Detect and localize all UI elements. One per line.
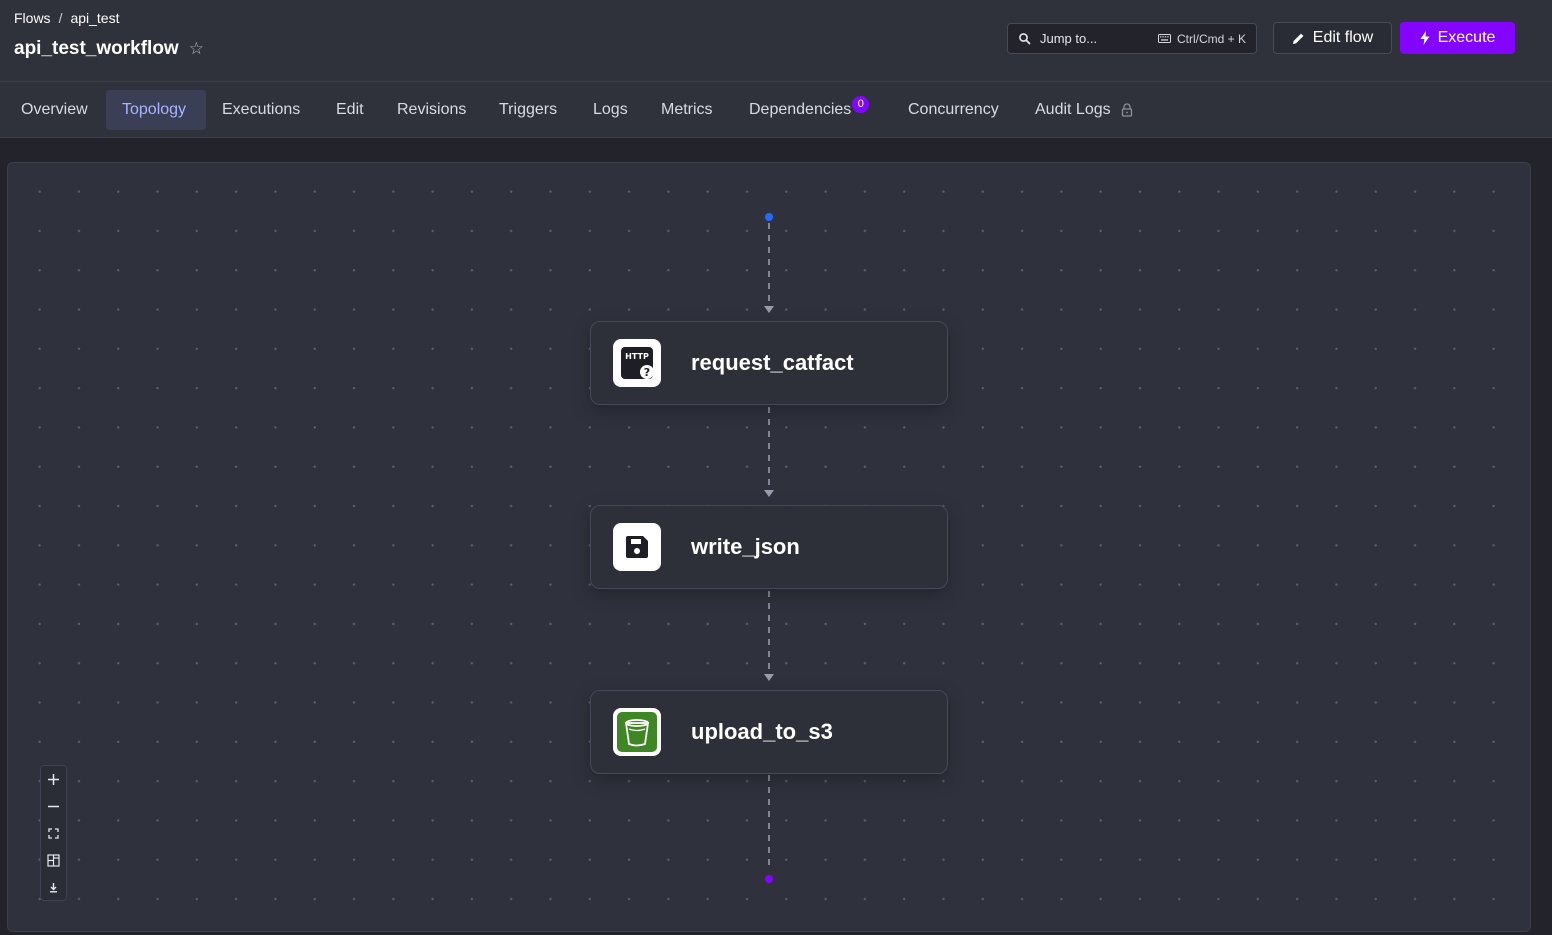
shortcut-hint: Ctrl/Cmd + K xyxy=(1157,31,1246,46)
topology-canvas[interactable]: HTTP ? request_catfact write_json upload… xyxy=(7,162,1531,932)
tab-executions[interactable]: Executions xyxy=(206,90,316,130)
node-label: request_catfact xyxy=(691,350,854,375)
flow-title: api_test_workflow xyxy=(14,38,179,59)
tab-label: Executions xyxy=(222,101,301,118)
tab-label: Logs xyxy=(593,101,628,118)
tab-label: Concurrency xyxy=(908,101,999,118)
http-icon: HTTP ? xyxy=(613,339,661,387)
execute-button[interactable]: Execute xyxy=(1400,22,1515,54)
jump-to-search[interactable]: Jump to... Ctrl/Cmd + K xyxy=(1007,23,1257,54)
tab-label: Edit xyxy=(336,101,364,118)
flow-tabs: Overview Topology Executions Edit Revisi… xyxy=(0,82,1552,138)
tab-dependencies[interactable]: Dependencies 0 xyxy=(733,90,884,130)
lightning-icon xyxy=(1420,31,1430,45)
tab-label: Triggers xyxy=(499,101,558,118)
zoom-in-icon[interactable] xyxy=(41,766,66,793)
edge-arrow xyxy=(764,674,774,681)
edge-arrow xyxy=(764,306,774,313)
node-label: upload_to_s3 xyxy=(691,719,833,744)
tab-label: Overview xyxy=(21,101,88,118)
flow-header: Flows / api_test api_test_workflow ☆ Jump … xyxy=(0,0,1552,82)
breadcrumb-flows-link[interactable]: Flows xyxy=(14,10,51,26)
dependencies-count-badge: 0 xyxy=(852,95,870,113)
svg-text:?: ? xyxy=(644,366,650,379)
tab-triggers[interactable]: Triggers xyxy=(483,90,573,130)
edit-flow-button[interactable]: Edit flow xyxy=(1273,22,1392,54)
svg-text:HTTP: HTTP xyxy=(625,352,649,361)
tab-label: Audit Logs xyxy=(1035,101,1111,118)
task-node-request-catfact[interactable]: HTTP ? request_catfact xyxy=(590,321,948,405)
search-icon xyxy=(1019,32,1031,44)
s3-bucket-icon xyxy=(613,708,661,756)
tab-label: Dependencies xyxy=(749,101,852,118)
tab-revisions[interactable]: Revisions xyxy=(381,90,482,130)
edit-flow-label: Edit flow xyxy=(1312,29,1374,46)
breadcrumb-separator: / xyxy=(58,10,63,26)
canvas-controls xyxy=(40,765,67,901)
tab-edit[interactable]: Edit xyxy=(320,90,380,130)
download-icon[interactable] xyxy=(41,874,66,901)
save-icon xyxy=(613,523,661,571)
execute-label: Execute xyxy=(1437,29,1496,46)
breadcrumb: Flows / api_test xyxy=(14,10,120,26)
fit-view-icon[interactable] xyxy=(41,820,66,847)
keyboard-icon xyxy=(1157,34,1171,43)
tab-topology[interactable]: Topology xyxy=(106,90,206,130)
layout-icon[interactable] xyxy=(41,847,66,874)
tab-concurrency[interactable]: Concurrency xyxy=(892,90,1015,130)
task-node-write-json[interactable]: write_json xyxy=(590,505,948,589)
lock-icon xyxy=(1121,103,1132,117)
tab-audit-logs[interactable]: Audit Logs xyxy=(1019,90,1149,130)
page-title: api_test_workflow ☆ xyxy=(14,38,204,60)
tab-overview[interactable]: Overview xyxy=(5,90,104,130)
pencil-icon xyxy=(1292,33,1304,44)
zoom-out-icon[interactable] xyxy=(41,793,66,820)
node-label: write_json xyxy=(691,534,800,559)
task-node-upload-to-s3[interactable]: upload_to_s3 xyxy=(590,690,948,774)
tab-metrics[interactable]: Metrics xyxy=(645,90,729,130)
breadcrumb-namespace-link[interactable]: api_test xyxy=(70,10,119,26)
tab-logs[interactable]: Logs xyxy=(577,90,644,130)
flow-end-dot xyxy=(765,875,773,883)
star-icon[interactable]: ☆ xyxy=(189,39,204,59)
tab-label: Topology xyxy=(122,101,187,118)
tab-label: Revisions xyxy=(397,101,467,118)
flow-start-dot xyxy=(765,213,773,221)
shortcut-text: Ctrl/Cmd + K xyxy=(1176,31,1246,46)
jump-to-label: Jump to... xyxy=(1040,31,1098,46)
tab-label: Metrics xyxy=(661,101,713,118)
edge-arrow xyxy=(764,490,774,497)
